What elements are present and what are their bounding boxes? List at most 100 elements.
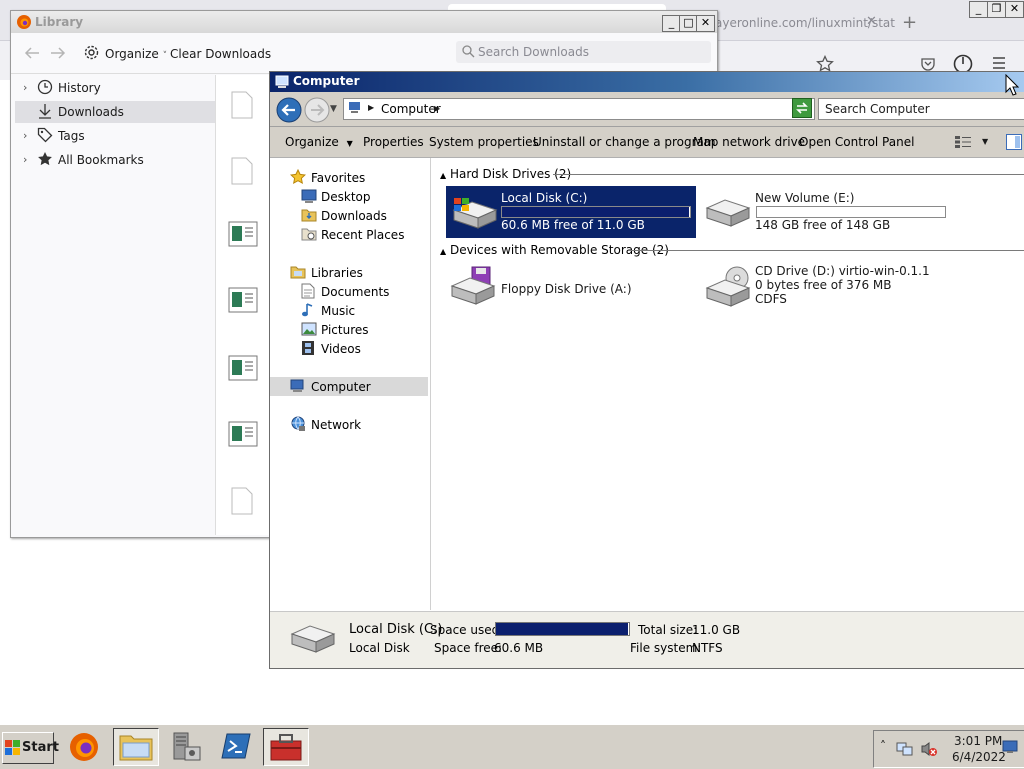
drive-a-tile[interactable]: Floppy Disk Drive (A:) bbox=[446, 262, 696, 312]
total-size-label: Total size: bbox=[638, 623, 698, 637]
recent-pages-chevron-icon[interactable]: ▼ bbox=[330, 104, 337, 114]
clock-date[interactable]: 6/4/2022 bbox=[952, 750, 1006, 764]
nav-label: Music bbox=[321, 304, 356, 318]
network-tray-icon[interactable] bbox=[896, 740, 914, 758]
window-title: Computer bbox=[293, 74, 360, 88]
tree-item-label: History bbox=[58, 81, 101, 95]
forward-button[interactable] bbox=[304, 97, 330, 123]
map-network-drive-button[interactable]: Map network drive bbox=[693, 135, 805, 149]
system-properties-button[interactable]: System properties bbox=[429, 135, 539, 149]
search-computer-input[interactable]: Search Computer bbox=[818, 98, 1024, 120]
chevron-right-icon[interactable]: › bbox=[23, 81, 27, 94]
menu-icon[interactable] bbox=[992, 57, 1006, 69]
firefox-tab-close-button[interactable]: ✕ bbox=[866, 14, 877, 29]
folder-downloads-icon bbox=[301, 208, 317, 222]
nav-label: Downloads bbox=[321, 209, 387, 223]
nav-item-libraries[interactable]: Libraries bbox=[270, 263, 428, 282]
nav-item-favorites[interactable]: Favorites bbox=[270, 168, 428, 187]
breadcrumb-dropdown-icon[interactable]: ▶ bbox=[434, 104, 440, 113]
show-hidden-icons-button[interactable]: ˄ bbox=[880, 739, 886, 753]
nav-item-recent-places[interactable]: Recent Places bbox=[270, 225, 428, 244]
nav-item-documents[interactable]: Documents bbox=[270, 282, 428, 301]
forward-arrow-icon[interactable] bbox=[50, 46, 66, 60]
space-used-bar bbox=[495, 622, 630, 636]
organize-button[interactable]: Organize ˅ bbox=[105, 47, 167, 61]
show-desktop-icon[interactable] bbox=[1002, 740, 1018, 754]
tree-item-label: All Bookmarks bbox=[58, 153, 144, 167]
breadcrumb-chevron-icon[interactable]: ▶ bbox=[368, 103, 374, 112]
star-icon bbox=[290, 169, 306, 185]
search-icon bbox=[462, 45, 475, 58]
drive-name: Local Disk (C:) bbox=[501, 191, 588, 205]
preview-pane-icon[interactable] bbox=[1006, 134, 1022, 150]
taskbar-firefox-button[interactable] bbox=[63, 728, 107, 764]
clock-time[interactable]: 3:01 PM bbox=[954, 734, 1002, 748]
search-placeholder: Search Downloads bbox=[478, 45, 589, 59]
nav-item-videos[interactable]: Videos bbox=[270, 339, 428, 358]
organize-menu-button[interactable]: Organize ▼ bbox=[285, 135, 353, 149]
tag-icon bbox=[37, 127, 53, 143]
open-control-panel-button[interactable]: Open Control Panel bbox=[799, 135, 914, 149]
installer-icon[interactable] bbox=[228, 421, 258, 447]
library-titlebar[interactable] bbox=[11, 11, 717, 33]
volume-muted-icon[interactable] bbox=[920, 740, 938, 758]
start-button[interactable]: Start bbox=[2, 732, 59, 764]
uninstall-program-button[interactable]: Uninstall or change a program bbox=[533, 135, 716, 149]
nav-label: Videos bbox=[321, 342, 361, 356]
gear-icon[interactable] bbox=[83, 44, 100, 61]
nav-item-network[interactable]: Network bbox=[270, 415, 428, 434]
folder-icon bbox=[119, 733, 153, 761]
tree-item-all-bookmarks[interactable]: › All Bookmarks bbox=[15, 149, 215, 171]
nav-item-desktop[interactable]: Desktop bbox=[270, 187, 428, 206]
computer-icon bbox=[290, 379, 306, 393]
tree-item-tags[interactable]: › Tags bbox=[15, 125, 215, 147]
search-downloads-input[interactable]: Search Downloads bbox=[456, 41, 711, 63]
breadcrumb[interactable]: Computer bbox=[381, 102, 441, 116]
tree-item-downloads[interactable]: Downloads bbox=[15, 101, 215, 123]
taskbar-server-manager-button[interactable] bbox=[165, 728, 209, 764]
file-icon[interactable] bbox=[230, 91, 254, 119]
drive-c-tile[interactable]: Local Disk (C:) 60.6 MB free of 11.0 GB bbox=[446, 186, 696, 238]
taskbar-powershell-button[interactable] bbox=[215, 728, 259, 764]
address-bar[interactable]: ▶ Computer ▶ ▼ bbox=[343, 98, 815, 120]
view-options-icon[interactable] bbox=[954, 135, 972, 149]
group-header-hard-disk-drives[interactable]: ▲ Hard Disk Drives (2) bbox=[440, 167, 571, 181]
installer-icon[interactable] bbox=[228, 355, 258, 381]
firefox-close-button[interactable]: ✕ bbox=[1005, 1, 1024, 18]
firefox-minimize-button[interactable]: _ bbox=[969, 1, 988, 18]
firefox-logo-icon bbox=[68, 731, 100, 763]
computer-titlebar[interactable] bbox=[270, 72, 1024, 92]
drive-d-tile[interactable]: CD Drive (D:) virtio-win-0.1.1 0 bytes f… bbox=[701, 262, 981, 312]
file-system-label: File system: bbox=[630, 641, 702, 655]
nav-item-downloads[interactable]: Downloads bbox=[270, 206, 428, 225]
start-label: Start bbox=[22, 740, 59, 755]
nav-item-computer[interactable]: Computer bbox=[270, 377, 428, 396]
windows-logo-icon bbox=[5, 740, 21, 755]
firefox-maximize-button[interactable]: ❐ bbox=[987, 1, 1006, 18]
installer-icon[interactable] bbox=[228, 221, 258, 247]
taskbar-explorer-button[interactable] bbox=[113, 728, 159, 766]
library-close-button[interactable]: ✕ bbox=[696, 15, 715, 32]
taskbar-toolbox-button[interactable] bbox=[263, 728, 309, 766]
installer-icon[interactable] bbox=[228, 287, 258, 313]
tree-item-history[interactable]: › History bbox=[15, 77, 215, 99]
pocket-icon[interactable] bbox=[920, 57, 936, 71]
nav-item-pictures[interactable]: Pictures bbox=[270, 320, 428, 339]
refresh-button[interactable] bbox=[792, 98, 812, 118]
chevron-right-icon[interactable]: › bbox=[23, 129, 27, 142]
drive-usage-bar bbox=[756, 206, 946, 218]
drive-name: New Volume (E:) bbox=[755, 191, 855, 205]
tree-item-label: Tags bbox=[58, 129, 85, 143]
clear-downloads-button[interactable]: Clear Downloads bbox=[170, 47, 271, 61]
file-icon[interactable] bbox=[230, 157, 254, 185]
drive-e-tile[interactable]: New Volume (E:) 148 GB free of 148 GB bbox=[701, 186, 971, 238]
chevron-right-icon[interactable]: › bbox=[23, 153, 27, 166]
properties-button[interactable]: Properties bbox=[363, 135, 424, 149]
nav-item-music[interactable]: Music bbox=[270, 301, 428, 320]
view-dropdown-icon[interactable]: ▼ bbox=[982, 137, 988, 146]
documents-icon bbox=[301, 283, 315, 299]
back-arrow-icon[interactable] bbox=[24, 46, 40, 60]
file-icon[interactable] bbox=[230, 487, 254, 515]
firefox-new-tab-button[interactable]: + bbox=[902, 12, 917, 33]
back-button[interactable] bbox=[276, 97, 302, 123]
